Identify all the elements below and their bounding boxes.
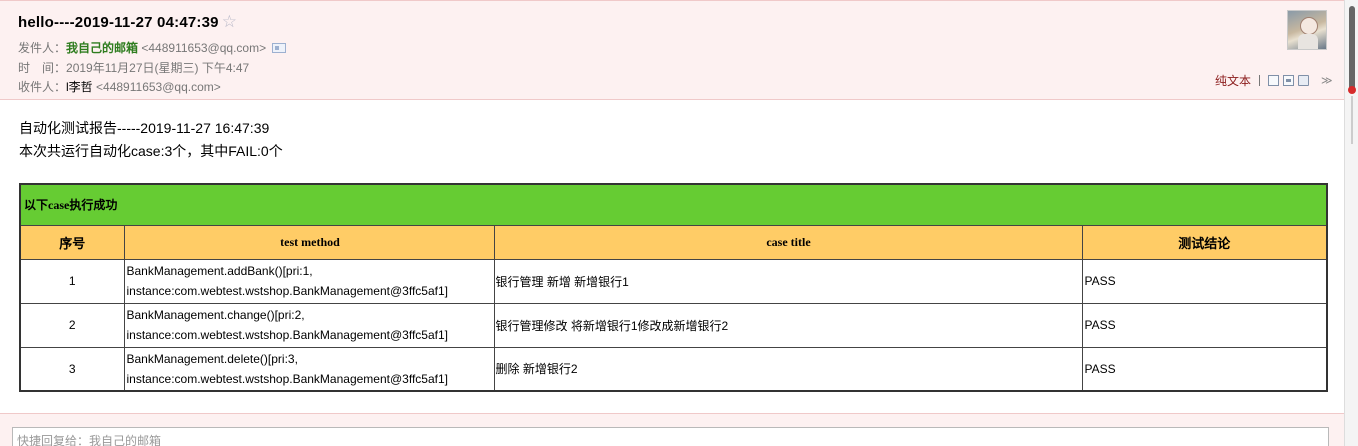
scrollbar-thumb[interactable] bbox=[1349, 6, 1355, 90]
mail-subject: hello----2019-11-27 04:47:39 ☆ bbox=[18, 12, 237, 32]
subject-text: hello----2019-11-27 04:47:39 bbox=[18, 14, 219, 31]
banner-row: 以下case执行成功 bbox=[19, 183, 1328, 226]
from-label: 发件人： bbox=[18, 41, 67, 55]
print-icon[interactable] bbox=[1298, 74, 1310, 86]
recipient-name[interactable]: l李哲 bbox=[66, 80, 93, 94]
test-method-instance: instance:com.webtest.wstshop.BankManagem… bbox=[126, 284, 448, 298]
mail-tools: 纯文本 ≫ bbox=[1215, 72, 1333, 88]
contact-card-icon[interactable] bbox=[272, 43, 287, 53]
sender-avatar[interactable] bbox=[1287, 10, 1327, 50]
report-heading: 自动化测试报告-----2019-11-27 16:47:39 bbox=[19, 120, 270, 136]
test-method-instance: instance:com.webtest.wstshop.BankManagem… bbox=[126, 371, 448, 386]
star-icon[interactable]: ☆ bbox=[222, 12, 237, 31]
recipient-email: <448911653@qq.com> bbox=[96, 80, 221, 94]
table-row: 1 BankManagement.addBank()[pri:1, instan… bbox=[19, 258, 1328, 304]
column-header-row: 序号 test method case title 测试结论 bbox=[19, 224, 1328, 260]
test-method-cell: BankManagement.delete()[pri:3, instance:… bbox=[123, 346, 495, 392]
scrollbar-track bbox=[1351, 96, 1353, 144]
test-method-instance: instance:com.webtest.wstshop.BankManagem… bbox=[126, 328, 448, 342]
tool-divider bbox=[1259, 74, 1261, 86]
row-number: 2 bbox=[19, 302, 125, 348]
recipient-line: 收件人：l李哲 <448911653@qq.com> bbox=[18, 78, 221, 95]
table-row: 2 BankManagement.change()[pri:2, instanc… bbox=[19, 302, 1328, 348]
vertical-scrollbar[interactable] bbox=[1344, 0, 1358, 446]
case-title: 银行管理 新增 新增银行1 bbox=[493, 258, 1083, 304]
sender-line: 发件人：我自己的邮箱 <448911653@qq.com> bbox=[18, 39, 287, 56]
sender-name[interactable]: 我自己的邮箱 bbox=[66, 41, 138, 55]
column-header-title: case title bbox=[493, 224, 1083, 260]
time-value: 2019年11月27日(星期三) 下午4:47 bbox=[66, 61, 250, 75]
test-result: PASS bbox=[1081, 302, 1328, 348]
report-table: 以下case执行成功 序号 test method case title 测试结… bbox=[19, 183, 1328, 392]
table-row: 3 BankManagement.delete()[pri:3, instanc… bbox=[19, 346, 1328, 392]
chevron-down-icon[interactable]: ≫ bbox=[1321, 74, 1333, 87]
test-method-line: BankManagement.addBank()[pri:1, bbox=[126, 264, 313, 278]
new-window-icon[interactable] bbox=[1268, 74, 1280, 86]
column-header-method: test method bbox=[123, 224, 495, 260]
success-banner: 以下case执行成功 bbox=[19, 183, 1328, 226]
time-line: 时 间：2019年11月27日(星期三) 下午4:47 bbox=[18, 59, 249, 76]
test-result: PASS bbox=[1081, 346, 1328, 392]
sender-email: <448911653@qq.com> bbox=[141, 41, 267, 55]
case-title: 银行管理修改 将新增银行1修改成新增银行2 bbox=[493, 302, 1083, 348]
copy-window-icon[interactable] bbox=[1283, 74, 1295, 86]
test-method-line: BankManagement.delete()[pri:3, bbox=[126, 351, 298, 366]
test-result: PASS bbox=[1081, 258, 1328, 304]
to-label: 收件人： bbox=[18, 80, 67, 94]
mail-header: hello----2019-11-27 04:47:39 ☆ 发件人：我自己的邮箱… bbox=[0, 0, 1344, 100]
case-title: 删除 新增银行2 bbox=[493, 346, 1083, 392]
column-header-result: 测试结论 bbox=[1081, 224, 1328, 260]
row-number: 3 bbox=[19, 346, 125, 392]
quick-reply-bar: 快捷回复给：我自己的邮箱 bbox=[0, 413, 1344, 446]
row-number: 1 bbox=[19, 258, 125, 304]
plain-text-link[interactable]: 纯文本 bbox=[1215, 72, 1251, 89]
quick-reply-input[interactable]: 快捷回复给：我自己的邮箱 bbox=[12, 427, 1329, 446]
test-method-cell: BankManagement.addBank()[pri:1, instance… bbox=[123, 258, 495, 304]
report-summary: 本次共运行自动化case:3个，其中FAIL:0个 bbox=[19, 143, 283, 159]
column-header-no: 序号 bbox=[19, 224, 125, 260]
time-label: 时 间： bbox=[18, 61, 67, 75]
test-method-cell: BankManagement.change()[pri:2, instance:… bbox=[123, 302, 495, 348]
scroll-position-indicator[interactable] bbox=[1348, 86, 1356, 94]
test-method-line: BankManagement.change()[pri:2, bbox=[126, 308, 305, 322]
